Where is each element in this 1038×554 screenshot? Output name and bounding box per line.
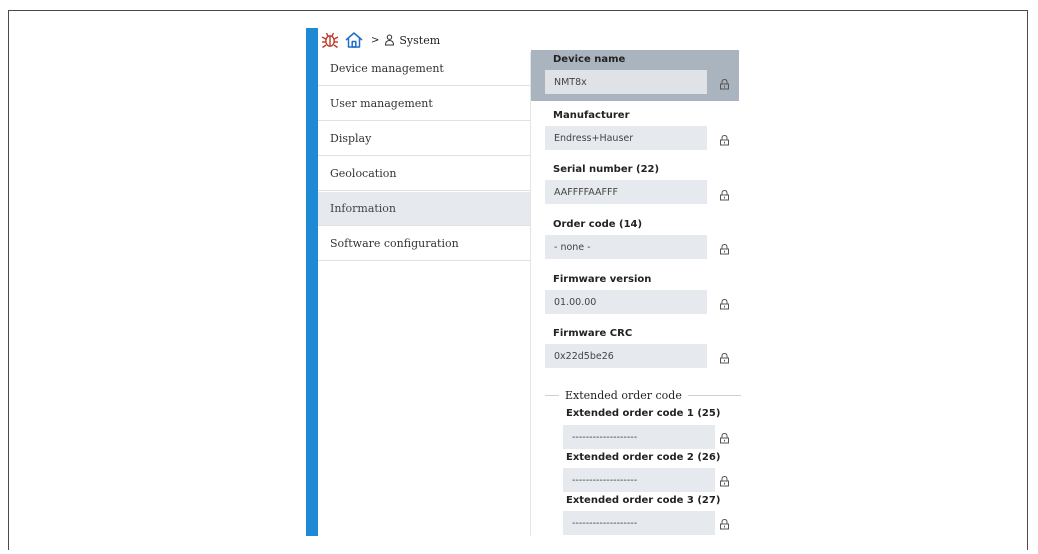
serial-number-field[interactable]: AAFFFFAAFFF	[545, 180, 707, 204]
lock-icon	[720, 78, 729, 90]
legend-line-right	[687, 394, 741, 396]
sidebar-item-label: Software configuration	[330, 237, 459, 250]
extended-order-code-3-field[interactable]: -------------------	[563, 511, 715, 535]
sidebar-item-label: Display	[330, 132, 372, 145]
lock-icon	[720, 352, 729, 364]
firmware-crc-label: Firmware CRC	[553, 328, 633, 339]
order-code-field[interactable]: - none -	[545, 235, 707, 259]
bug-icon[interactable]	[320, 30, 340, 50]
sidebar-item-label: Device management	[330, 62, 444, 75]
lock-icon	[720, 298, 729, 310]
left-accent-bar	[306, 28, 318, 536]
firmware-version-label: Firmware version	[553, 274, 652, 285]
sidebar-item-device-management[interactable]: Device management	[318, 52, 530, 86]
sidebar-item-label: Geolocation	[330, 167, 397, 180]
device-name-field[interactable]: NMT8x	[545, 70, 707, 94]
order-code-label: Order code (14)	[553, 219, 643, 230]
device-name-label: Device name	[553, 54, 626, 65]
lock-icon	[720, 134, 729, 146]
firmware-version-field[interactable]: 01.00.00	[545, 290, 707, 314]
extended-order-code-1-label: Extended order code 1 (25)	[566, 408, 721, 419]
extended-order-code-2-label: Extended order code 2 (26)	[566, 452, 721, 463]
panel-divider	[530, 52, 531, 536]
sidebar-item-information[interactable]: Information	[318, 192, 530, 226]
sidebar-item-software-configuration[interactable]: Software configuration	[318, 227, 530, 261]
manufacturer-field[interactable]: Endress+Hauser	[545, 126, 707, 150]
extended-order-code-legend: Extended order code	[545, 388, 741, 402]
manufacturer-label: Manufacturer	[553, 110, 630, 121]
sidebar-nav: Device management User management Displa…	[318, 52, 530, 262]
extended-order-code-3-label: Extended order code 3 (27)	[566, 495, 721, 506]
extended-order-code-title: Extended order code	[565, 388, 682, 402]
lock-icon	[720, 475, 729, 487]
serial-number-label: Serial number (22)	[553, 164, 660, 175]
extended-order-code-2-field[interactable]: -------------------	[563, 468, 715, 492]
sidebar-item-display[interactable]: Display	[318, 122, 530, 156]
lock-icon	[720, 432, 729, 444]
sidebar-item-user-management[interactable]: User management	[318, 87, 530, 121]
legend-line-left	[545, 394, 559, 396]
lock-icon	[720, 243, 729, 255]
lock-icon	[720, 189, 729, 201]
lock-icon	[720, 518, 729, 530]
person-icon	[384, 34, 395, 46]
breadcrumb-current[interactable]: System	[399, 34, 440, 47]
sidebar-item-geolocation[interactable]: Geolocation	[318, 157, 530, 191]
sidebar-item-label: User management	[330, 97, 433, 110]
extended-order-code-1-field[interactable]: -------------------	[563, 425, 715, 449]
firmware-crc-field[interactable]: 0x22d5be26	[545, 344, 707, 368]
breadcrumb-separator: >	[371, 34, 380, 46]
home-icon[interactable]	[344, 30, 364, 50]
sidebar-item-label: Information	[330, 202, 397, 215]
breadcrumb: > System	[320, 29, 440, 51]
